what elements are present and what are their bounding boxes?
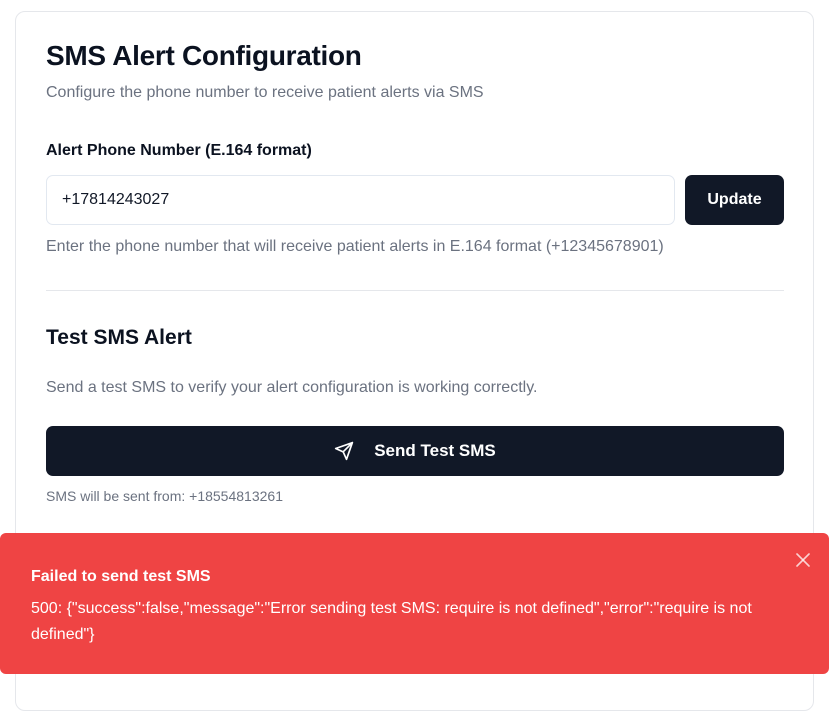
phone-number-input[interactable] [46,175,675,225]
test-section-description: Send a test SMS to verify your alert con… [46,379,538,396]
toast-message: 500: {"success":false,"message":"Error s… [31,600,752,643]
toast-title: Failed to send test SMS [31,568,211,585]
update-button[interactable]: Update [685,175,784,225]
send-test-sms-label: Send Test SMS [374,441,496,460]
close-icon[interactable] [794,551,812,569]
send-test-sms-button[interactable]: Send Test SMS [46,426,784,476]
sender-number-note: SMS will be sent from: +18554813261 [46,488,283,504]
page-subtitle: Configure the phone number to receive pa… [46,84,484,101]
phone-format-hint: Enter the phone number that will receive… [46,238,664,255]
section-divider [46,290,784,291]
send-icon [334,441,354,461]
page-title: SMS Alert Configuration [46,40,362,71]
phone-field-label: Alert Phone Number (E.164 format) [46,142,312,159]
error-toast: Failed to send test SMS 500: {"success":… [0,533,829,674]
test-section-title: Test SMS Alert [46,326,192,349]
